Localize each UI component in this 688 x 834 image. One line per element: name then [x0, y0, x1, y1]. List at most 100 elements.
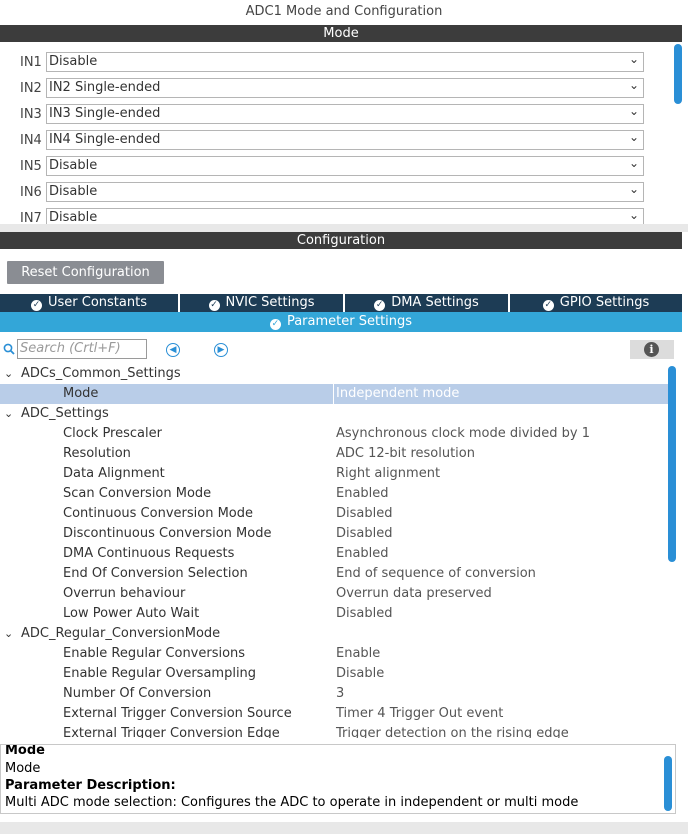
parameter-row[interactable]: Number Of Conversion 3 — [0, 684, 668, 704]
chevron-down-icon[interactable]: ⌄ — [4, 624, 13, 644]
parameter-row[interactable]: Scan Conversion Mode Enabled — [0, 484, 668, 504]
parameter-value[interactable]: Enabled — [336, 484, 389, 504]
parameter-row[interactable]: Continuous Conversion Mode Disabled — [0, 504, 668, 524]
mode-row-in4: IN4 IN4 Single-ended ⌄ — [0, 130, 660, 152]
parameter-name: Low Power Auto Wait — [63, 606, 200, 621]
chevron-down-icon: ⌄ — [628, 52, 639, 66]
parameter-row[interactable]: Discontinuous Conversion Mode Disabled — [0, 524, 668, 544]
column-divider — [333, 384, 334, 404]
parameter-row[interactable]: Enable Regular Conversions Enable — [0, 644, 668, 664]
parameter-value[interactable]: ADC 12-bit resolution — [336, 444, 475, 464]
parameter-value[interactable]: Timer 4 Trigger Out event — [336, 704, 503, 724]
chevron-down-icon[interactable]: ⌄ — [4, 404, 13, 424]
search-icon — [3, 343, 15, 355]
tab-label: GPIO Settings — [559, 295, 650, 310]
parameter-row[interactable]: Mode Independent mode — [0, 384, 668, 404]
channel-mode-select[interactable]: Disable ⌄ — [46, 182, 644, 202]
search-input[interactable]: Search (Crtl+F) — [17, 339, 147, 359]
info-icon: i — [644, 342, 659, 357]
parameter-row[interactable]: Low Power Auto Wait Disabled — [0, 604, 668, 624]
reset-configuration-button[interactable]: Reset Configuration — [7, 261, 164, 284]
select-value: Disable — [49, 210, 98, 224]
parameter-value[interactable]: 3 — [336, 684, 344, 704]
parameter-value[interactable]: Enabled — [336, 544, 389, 564]
mode-scrollbar[interactable] — [674, 44, 682, 104]
parameter-row[interactable]: Data Alignment Right alignment — [0, 464, 668, 484]
mode-section-header: Mode — [0, 25, 682, 42]
mode-row-in3: IN3 IN3 Single-ended ⌄ — [0, 104, 660, 126]
configuration-section-header: Configuration — [0, 232, 682, 249]
tab-dma-settings[interactable]: ✓ DMA Settings — [345, 294, 508, 312]
parameter-name: Continuous Conversion Mode — [63, 506, 253, 521]
parameter-name: Discontinuous Conversion Mode — [63, 526, 272, 541]
parameter-name: Overrun behaviour — [63, 586, 186, 601]
previous-match-icon[interactable]: ◀ — [166, 343, 180, 357]
tree-group[interactable]: ⌄ ADC_Settings — [0, 404, 668, 424]
chevron-down-icon: ⌄ — [628, 182, 639, 196]
parameter-name: Data Alignment — [63, 466, 165, 481]
chevron-down-icon: ⌄ — [628, 130, 639, 144]
parameter-row[interactable]: External Trigger Conversion Source Timer … — [0, 704, 668, 724]
select-value: Disable — [49, 54, 98, 69]
parameter-value[interactable]: Overrun data preserved — [336, 584, 492, 604]
parameter-row[interactable]: Overrun behaviour Overrun data preserved — [0, 584, 668, 604]
parameter-toolbar: Search (Crtl+F) ◀ ▶ — [0, 336, 682, 364]
tab-gpio-settings[interactable]: ✓ GPIO Settings — [510, 294, 682, 312]
parameter-value[interactable]: Right alignment — [336, 464, 440, 484]
parameter-value[interactable]: Enable — [336, 644, 380, 664]
channel-mode-select[interactable]: IN2 Single-ended ⌄ — [46, 78, 644, 98]
mode-row-in1: IN1 Disable ⌄ — [0, 52, 660, 74]
parameter-row[interactable]: External Trigger Conversion Edge Trigger … — [0, 724, 668, 738]
description-scrollbar[interactable] — [664, 756, 672, 811]
channel-mode-select[interactable]: IN3 Single-ended ⌄ — [46, 104, 644, 124]
tab-label: NVIC Settings — [225, 295, 315, 310]
channel-mode-select[interactable]: Disable ⌄ — [46, 208, 644, 224]
parameter-value[interactable]: End of sequence of conversion — [336, 564, 536, 584]
chevron-down-icon: ⌄ — [628, 156, 639, 170]
window-title: ADC1 Mode and Configuration — [245, 4, 443, 19]
channel-mode-select[interactable]: Disable ⌄ — [46, 52, 644, 72]
tree-group[interactable]: ⌄ ADCs_Common_Settings — [0, 364, 668, 384]
mode-row-in7: IN7 Disable ⌄ — [0, 208, 660, 224]
parameter-value[interactable]: Disabled — [336, 604, 392, 624]
config-tabs: ✓ User Constants ✓ NVIC Settings ✓ DMA Sett… — [0, 294, 682, 312]
parameter-tree-scrollbar[interactable] — [668, 366, 676, 562]
check-icon: ✓ — [542, 300, 554, 311]
check-icon: ✓ — [31, 300, 42, 311]
parameter-value[interactable]: Disabled — [336, 524, 392, 544]
parameter-name: Enable Regular Oversampling — [63, 666, 257, 681]
tab-parameter-settings[interactable]: ✓ Parameter Settings — [0, 312, 682, 332]
parameter-row[interactable]: Clock Prescaler Asynchronous clock mode d… — [0, 424, 668, 444]
parameter-value[interactable]: Trigger detection on the rising edge — [336, 724, 569, 738]
tree-group[interactable]: ⌄ ADC_Regular_ConversionMode — [0, 624, 668, 644]
channel-mode-select[interactable]: IN4 Single-ended ⌄ — [46, 130, 644, 150]
parameter-name: Enable Regular Conversions — [63, 646, 246, 661]
check-icon: ✓ — [208, 300, 220, 311]
channel-mode-select[interactable]: Disable ⌄ — [46, 156, 644, 176]
parameter-row[interactable]: DMA Continuous Requests Enabled — [0, 544, 668, 564]
parameter-value[interactable]: Disabled — [336, 504, 392, 524]
parameter-value[interactable]: Independent mode — [336, 384, 459, 404]
parameter-name: DMA Continuous Requests — [63, 546, 235, 561]
tab-nvic-settings[interactable]: ✓ NVIC Settings — [180, 294, 343, 312]
info-button[interactable]: i — [630, 340, 674, 359]
chevron-down-icon: ⌄ — [628, 78, 639, 92]
description-text: Multi ADC mode selection: Configures the… — [5, 795, 579, 810]
parameter-name: Mode — [63, 386, 99, 401]
parameter-row[interactable]: Resolution ADC 12-bit resolution — [0, 444, 668, 464]
select-value: IN2 Single-ended — [49, 80, 161, 95]
chevron-down-icon[interactable]: ⌄ — [4, 364, 13, 384]
mode-panel: IN1 Disable ⌄ IN2 IN2 Single-ended ⌄ IN3 IN3 Si… — [0, 42, 682, 224]
next-match-icon[interactable]: ▶ — [214, 343, 228, 357]
channel-label: IN3 — [20, 107, 42, 122]
parameter-row[interactable]: End Of Conversion Selection End of sequen… — [0, 564, 668, 584]
tab-user-constants[interactable]: ✓ User Constants — [0, 294, 178, 312]
channel-label: IN1 — [20, 55, 42, 70]
parameter-row[interactable]: Enable Regular Oversampling Disable — [0, 664, 668, 684]
channel-label: IN5 — [20, 159, 42, 174]
parameter-description-panel: Mode Mode Parameter Description: Multi A… — [0, 744, 676, 814]
parameter-name: Clock Prescaler — [63, 426, 162, 441]
parameter-value[interactable]: Asynchronous clock mode divided by 1 — [336, 424, 590, 444]
parameter-value[interactable]: Disable — [336, 664, 384, 684]
panel-splitter[interactable] — [0, 224, 688, 232]
